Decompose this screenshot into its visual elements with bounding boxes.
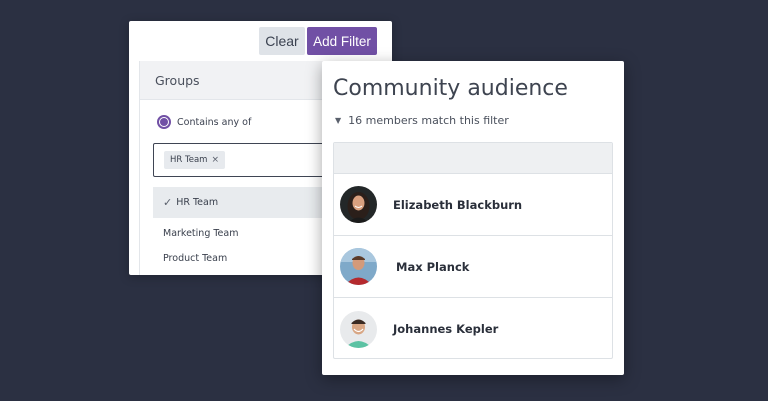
remove-tag-icon[interactable]: × (211, 155, 219, 165)
tag-chip-label: HR Team (170, 155, 208, 165)
option-label: Product Team (163, 253, 228, 264)
radio-selected-icon[interactable] (157, 115, 171, 129)
table-row[interactable]: Max Planck (334, 236, 612, 298)
filter-toolbar: Clear Add Filter (129, 21, 392, 61)
match-mode-option[interactable]: Contains any of (157, 115, 251, 129)
page-title: Community audience (333, 76, 568, 101)
table-row[interactable]: Elizabeth Blackburn (334, 174, 612, 236)
table-header (334, 143, 612, 174)
member-name: Max Planck (396, 259, 470, 274)
match-count-text: 16 members match this filter (348, 114, 509, 127)
groups-header-label: Groups (155, 72, 200, 88)
community-audience-card: Community audience ▼ 16 members match th… (322, 61, 624, 375)
avatar (340, 310, 377, 348)
tag-chip-hr-team: HR Team × (164, 151, 226, 169)
option-label: HR Team (176, 197, 219, 208)
table-row[interactable]: Johannes Kepler (334, 298, 612, 360)
checkmark-icon: ✓ (163, 196, 173, 209)
match-mode-label: Contains any of (177, 116, 252, 128)
add-filter-button[interactable]: Add Filter (307, 27, 377, 55)
match-count-toggle[interactable]: ▼ 16 members match this filter (335, 114, 509, 127)
avatar (340, 248, 377, 285)
clear-button[interactable]: Clear (259, 27, 305, 55)
option-label: Marketing Team (163, 228, 239, 239)
member-name: Johannes Kepler (393, 322, 499, 336)
avatar (340, 186, 377, 223)
members-table: Elizabeth Blackburn Max Planck Johannes … (333, 142, 613, 359)
member-name: Elizabeth Blackburn (393, 197, 523, 212)
caret-down-icon[interactable]: ▼ (335, 116, 341, 125)
